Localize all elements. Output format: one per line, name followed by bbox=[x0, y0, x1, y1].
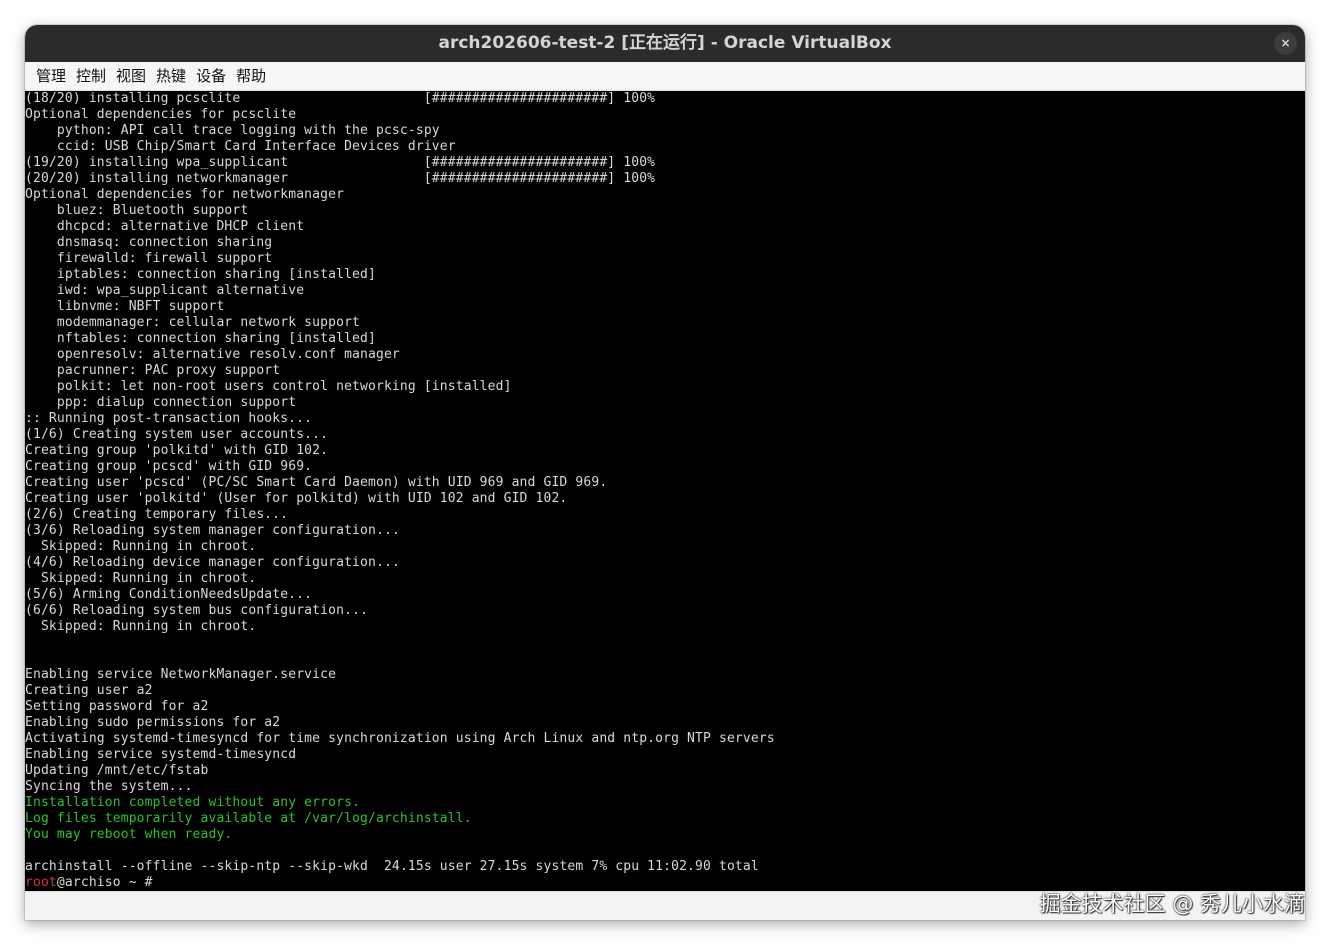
terminal-line: pacrunner: PAC proxy support bbox=[25, 363, 281, 378]
prompt-user: root bbox=[25, 875, 57, 890]
terminal-line: (18/20) installing pcsclite [###########… bbox=[25, 91, 656, 106]
terminal-line: polkit: let non-root users control netwo… bbox=[25, 379, 512, 394]
menu-bar: 管理 控制 视图 热键 设备 帮助 bbox=[25, 62, 1305, 91]
terminal-line: (2/6) Creating temporary files... bbox=[25, 507, 289, 522]
window-title: arch202606-test-2 [正在运行] - Oracle Virtua… bbox=[438, 33, 892, 53]
terminal-line: bluez: Bluetooth support bbox=[25, 203, 249, 218]
terminal-line: (1/6) Creating system user accounts... bbox=[25, 427, 329, 442]
terminal-line: Optional dependencies for pcsclite bbox=[25, 107, 297, 122]
terminal-line: Creating group 'pcscd' with GID 969. bbox=[25, 459, 313, 474]
menu-item-help[interactable]: 帮助 bbox=[231, 62, 271, 91]
terminal-line: modemmanager: cellular network support bbox=[25, 315, 361, 330]
terminal-line: nftables: connection sharing [installed] bbox=[25, 331, 376, 346]
terminal-line: (5/6) Arming ConditionNeedsUpdate... bbox=[25, 587, 313, 602]
terminal-line: (20/20) installing networkmanager [#####… bbox=[25, 171, 656, 186]
terminal-line: (19/20) installing wpa_supplicant [#####… bbox=[25, 155, 656, 170]
terminal-line: archinstall --offline --skip-ntp --skip-… bbox=[25, 859, 759, 874]
terminal-line: Optional dependencies for networkmanager bbox=[25, 187, 345, 202]
menu-item-hotkeys[interactable]: 热键 bbox=[151, 62, 191, 91]
close-button[interactable]: × bbox=[1274, 32, 1297, 55]
terminal-line: openresolv: alternative resolv.conf mana… bbox=[25, 347, 400, 362]
vm-terminal-screen[interactable]: (18/20) installing pcsclite [###########… bbox=[25, 91, 1305, 891]
terminal-line: (4/6) Reloading device manager configura… bbox=[25, 555, 400, 570]
terminal-line: Setting password for a2 bbox=[25, 699, 209, 714]
terminal-line: Syncing the system... bbox=[25, 779, 193, 794]
terminal-line: (6/6) Reloading system bus configuration… bbox=[25, 603, 368, 618]
terminal-line: iwd: wpa_supplicant alternative bbox=[25, 283, 305, 298]
terminal-line: You may reboot when ready. bbox=[25, 827, 233, 842]
terminal-line: Enabling service systemd-timesyncd bbox=[25, 747, 297, 762]
terminal-line: Updating /mnt/etc/fstab bbox=[25, 763, 209, 778]
terminal-line: Skipped: Running in chroot. bbox=[25, 539, 257, 554]
terminal-line: Log files temporarily available at /var/… bbox=[25, 811, 472, 826]
terminal-line: Skipped: Running in chroot. bbox=[25, 571, 257, 586]
terminal-line: python: API call trace logging with the … bbox=[25, 123, 440, 138]
title-bar[interactable]: arch202606-test-2 [正在运行] - Oracle Virtua… bbox=[25, 25, 1305, 62]
terminal-output: (18/20) installing pcsclite [###########… bbox=[25, 91, 1305, 875]
prompt-host: @archiso ~ # bbox=[56, 875, 161, 890]
terminal-line: iptables: connection sharing [installed] bbox=[25, 267, 376, 282]
menu-item-control[interactable]: 控制 bbox=[71, 62, 111, 91]
menu-item-manage[interactable]: 管理 bbox=[31, 62, 71, 91]
terminal-line: Creating group 'polkitd' with GID 102. bbox=[25, 443, 329, 458]
terminal-line: Creating user 'polkitd' (User for polkit… bbox=[25, 491, 568, 506]
terminal-line: Enabling sudo permissions for a2 bbox=[25, 715, 281, 730]
virtualbox-window: arch202606-test-2 [正在运行] - Oracle Virtua… bbox=[25, 25, 1305, 920]
terminal-line: :: Running post-transaction hooks... bbox=[25, 411, 313, 426]
menu-item-view[interactable]: 视图 bbox=[111, 62, 151, 91]
terminal-line: Activating systemd-timesyncd for time sy… bbox=[25, 731, 775, 746]
menu-item-devices[interactable]: 设备 bbox=[191, 62, 231, 91]
watermark-text: 掘金技术社区 @ 秀儿小水滴 bbox=[1039, 892, 1305, 916]
terminal-line: firewalld: firewall support bbox=[25, 251, 273, 266]
terminal-line: libnvme: NBFT support bbox=[25, 299, 225, 314]
terminal-line: Creating user 'pcscd' (PC/SC Smart Card … bbox=[25, 475, 608, 490]
terminal-line: Skipped: Running in chroot. bbox=[25, 619, 257, 634]
terminal-line: ppp: dialup connection support bbox=[25, 395, 297, 410]
terminal-line: Creating user a2 bbox=[25, 683, 153, 698]
terminal-line: ccid: USB Chip/Smart Card Interface Devi… bbox=[25, 139, 456, 154]
terminal-line: dhcpcd: alternative DHCP client bbox=[25, 219, 305, 234]
terminal-line: (3/6) Reloading system manager configura… bbox=[25, 523, 400, 538]
terminal-line: Enabling service NetworkManager.service bbox=[25, 667, 337, 682]
terminal-line: dnsmasq: connection sharing bbox=[25, 235, 273, 250]
terminal-line: Installation completed without any error… bbox=[25, 795, 361, 810]
status-bar: 掘金技术社区 @ 秀儿小水滴 bbox=[25, 891, 1305, 920]
